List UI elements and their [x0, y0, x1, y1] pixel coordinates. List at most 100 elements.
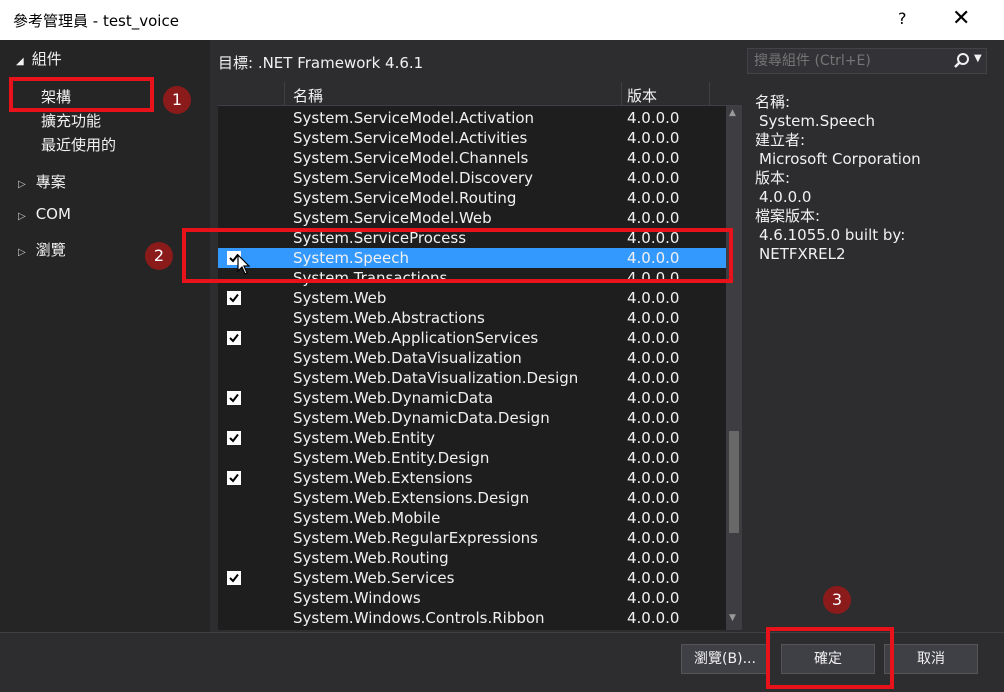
- table-row[interactable]: System.ServiceModel.Web 4.0.0.0: [218, 208, 726, 228]
- table-row[interactable]: System.Web.DynamicData 4.0.0.0: [218, 388, 726, 408]
- scrollbar-thumb[interactable]: [729, 431, 739, 533]
- table-row[interactable]: System.ServiceModel.Routing 4.0.0.0: [218, 188, 726, 208]
- checkbox-empty[interactable]: [227, 451, 241, 465]
- target-framework-label: 目標: .NET Framework 4.6.1: [218, 54, 424, 72]
- column-divider: [284, 82, 285, 106]
- table-row[interactable]: System.Web.DataVisualization 4.0.0.0: [218, 348, 726, 368]
- table-row[interactable]: System.Windows.Controls.Ribbon 4.0.0.0: [218, 608, 726, 628]
- checkbox-checked-icon[interactable]: [227, 471, 241, 485]
- nav-group-projects[interactable]: ▷ 專案: [18, 171, 66, 192]
- list-header: 名稱 版本: [218, 82, 742, 106]
- table-row[interactable]: System.Web.DataVisualization.Design 4.0.0…: [218, 368, 726, 388]
- table-row[interactable]: System.Web.RegularExpressions 4.0.0.0: [218, 528, 726, 548]
- assembly-name: System.Windows: [293, 589, 421, 607]
- assembly-version: 4.0.0.0: [627, 609, 680, 627]
- assembly-name: System.ServiceModel.Web: [293, 209, 492, 227]
- checkbox-empty[interactable]: [227, 171, 241, 185]
- assembly-name: System.Web.DynamicData.Design: [293, 409, 550, 427]
- table-row[interactable]: System.ServiceModel.Channels 4.0.0.0: [218, 148, 726, 168]
- checkbox-checked-icon[interactable]: [227, 291, 241, 305]
- table-row[interactable]: System.ServiceModel.Activation 4.0.0.0: [218, 108, 726, 128]
- checkbox-empty[interactable]: [227, 311, 241, 325]
- help-button[interactable]: ?: [898, 9, 907, 28]
- checkbox-empty[interactable]: [227, 191, 241, 205]
- nav-item-extensions[interactable]: 擴充功能: [41, 110, 101, 131]
- scroll-up-icon[interactable]: ▲: [729, 108, 736, 118]
- assembly-name: System.ServiceModel.Activities: [293, 129, 528, 147]
- nav-header-label: 組件: [31, 50, 62, 68]
- nav-group-browse[interactable]: ▷ 瀏覽: [18, 239, 66, 260]
- assembly-version: 4.0.0.0: [627, 429, 680, 447]
- vertical-scrollbar[interactable]: ▲ ▼: [726, 106, 742, 630]
- table-row[interactable]: System.Web.Extensions 4.0.0.0: [218, 468, 726, 488]
- checkbox-empty[interactable]: [227, 531, 241, 545]
- search-options-dropdown-icon[interactable]: ▼: [974, 53, 982, 64]
- nav-assemblies-header[interactable]: ◢ 組件: [16, 48, 62, 69]
- search-input[interactable]: [748, 49, 948, 73]
- annotation-badge-1: 1: [163, 86, 191, 114]
- checkbox-empty[interactable]: [227, 211, 241, 225]
- assembly-name: System.Web.DataVisualization.Design: [293, 369, 579, 387]
- checkbox-empty[interactable]: [227, 591, 241, 605]
- expanded-triangle-icon: ◢: [16, 56, 24, 67]
- checkbox-empty[interactable]: [227, 551, 241, 565]
- table-row[interactable]: System.Web.Mobile 4.0.0.0: [218, 508, 726, 528]
- details-file-version-value: 4.6.1055.0 built by: NETFXREL2: [759, 226, 906, 263]
- cancel-button[interactable]: 取消: [884, 644, 978, 674]
- checkbox-empty[interactable]: [227, 351, 241, 365]
- table-row[interactable]: System.Web.Routing 4.0.0.0: [218, 548, 726, 568]
- checkbox-empty[interactable]: [227, 491, 241, 505]
- assembly-version: 4.0.0.0: [627, 589, 680, 607]
- annotation-box-3: [766, 627, 894, 689]
- assembly-version: 4.0.0.0: [627, 329, 680, 347]
- checkbox-checked-icon[interactable]: [227, 431, 241, 445]
- assembly-version: 4.0.0.0: [627, 189, 680, 207]
- assembly-name: System.Web.ApplicationServices: [293, 329, 539, 347]
- checkbox-empty[interactable]: [227, 371, 241, 385]
- assembly-version: 4.0.0.0: [627, 109, 680, 127]
- table-row[interactable]: System.Web.Abstractions 4.0.0.0: [218, 308, 726, 328]
- table-row[interactable]: System.Web.DynamicData.Design 4.0.0.0: [218, 408, 726, 428]
- table-row[interactable]: System.Web 4.0.0.0: [218, 288, 726, 308]
- checkbox-empty[interactable]: [227, 611, 241, 625]
- checkbox-empty[interactable]: [227, 111, 241, 125]
- table-row[interactable]: System.Web.ApplicationServices 4.0.0.0: [218, 328, 726, 348]
- scroll-down-icon[interactable]: ▼: [729, 613, 736, 623]
- nav-group-label: 瀏覽: [35, 241, 66, 259]
- assembly-version: 4.0.0.0: [627, 289, 680, 307]
- close-button[interactable]: ✕: [952, 6, 970, 31]
- table-row[interactable]: System.ServiceModel.Discovery 4.0.0.0: [218, 168, 726, 188]
- assembly-version: 4.0.0.0: [627, 369, 680, 387]
- checkbox-empty[interactable]: [227, 511, 241, 525]
- collapsed-arrow-icon: ▷: [18, 211, 26, 222]
- table-row[interactable]: System.Web.Entity 4.0.0.0: [218, 428, 726, 448]
- checkbox-checked-icon[interactable]: [227, 571, 241, 585]
- assembly-name: System.Web.DataVisualization: [293, 349, 522, 367]
- column-header-version[interactable]: 版本: [627, 85, 657, 106]
- column-header-name[interactable]: 名稱: [293, 85, 323, 106]
- assembly-name: System.Web.Entity.Design: [293, 449, 490, 467]
- checkbox-checked-icon[interactable]: [227, 331, 241, 345]
- checkbox-empty[interactable]: [227, 131, 241, 145]
- table-row[interactable]: System.Web.Services 4.0.0.0: [218, 568, 726, 588]
- assembly-version: 4.0.0.0: [627, 529, 680, 547]
- nav-item-recent[interactable]: 最近使用的: [41, 134, 116, 155]
- table-row[interactable]: System.Windows 4.0.0.0: [218, 588, 726, 608]
- table-row[interactable]: System.Web.Entity.Design 4.0.0.0: [218, 448, 726, 468]
- assembly-name: System.Web.Extensions.Design: [293, 489, 530, 507]
- browse-button[interactable]: 瀏覽(B)...: [681, 644, 769, 674]
- assembly-version: 4.0.0.0: [627, 389, 680, 407]
- assembly-name: System.Web.Mobile: [293, 509, 441, 527]
- assembly-list: 名稱 版本 System.ServiceModel.Activation 4.0.…: [218, 82, 742, 630]
- assembly-version: 4.0.0.0: [627, 509, 680, 527]
- nav-group-com[interactable]: ▷ COM: [18, 205, 71, 223]
- assembly-name: System.ServiceModel.Discovery: [293, 169, 534, 187]
- assembly-name: System.Web.Entity: [293, 429, 435, 447]
- table-row[interactable]: System.Web.Extensions.Design 4.0.0.0: [218, 488, 726, 508]
- checkbox-checked-icon[interactable]: [227, 391, 241, 405]
- checkbox-empty[interactable]: [227, 151, 241, 165]
- checkbox-empty[interactable]: [227, 411, 241, 425]
- table-row[interactable]: System.ServiceModel.Activities 4.0.0.0: [218, 128, 726, 148]
- search-icon[interactable]: [952, 51, 972, 71]
- search-box[interactable]: ▼: [747, 48, 987, 74]
